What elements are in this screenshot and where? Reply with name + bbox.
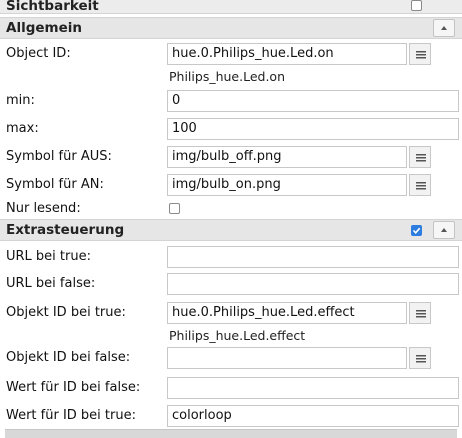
- symbol-aus-picker-button[interactable]: [409, 146, 431, 168]
- readonly-checkbox[interactable]: [169, 203, 180, 214]
- section-title: Extrasteuerung: [6, 222, 125, 238]
- list-picker-icon: [416, 355, 426, 363]
- symbol-an-label: Symbol für AN:: [6, 177, 104, 192]
- list-picker-icon: [416, 154, 426, 162]
- section-title: Allgemein: [6, 20, 82, 36]
- section-header-sichtbarkeit[interactable]: Sichtbarkeit: [0, 0, 462, 14]
- wert-false-label: Wert für ID bei false:: [6, 380, 141, 395]
- object-id-label: Object ID:: [6, 46, 71, 61]
- symbol-an-field[interactable]: img/bulb_on.png: [167, 174, 407, 196]
- object-id-picker-button[interactable]: [409, 43, 431, 65]
- obj-true-picker-button[interactable]: [409, 302, 431, 324]
- obj-true-hint: Philips_hue.Led.effect: [169, 328, 306, 343]
- symbol-an-picker-button[interactable]: [409, 174, 431, 196]
- section-title: Sichtbarkeit: [6, 0, 99, 14]
- url-true-label: URL bei true:: [6, 249, 91, 264]
- min-label: min:: [6, 93, 35, 108]
- symbol-aus-label: Symbol für AUS:: [6, 149, 112, 164]
- object-id-field[interactable]: hue.0.Philips_hue.Led.on: [167, 43, 407, 65]
- checkmark-icon: [412, 227, 421, 234]
- sichtbarkeit-checkbox[interactable]: [411, 0, 422, 11]
- list-picker-icon: [416, 182, 426, 190]
- url-false-field[interactable]: [167, 273, 459, 295]
- symbol-aus-field[interactable]: img/bulb_off.png: [167, 146, 407, 168]
- readonly-label: Nur lesend:: [6, 201, 81, 216]
- max-label: max:: [6, 121, 39, 136]
- wert-true-field[interactable]: colorloop: [167, 405, 459, 427]
- list-picker-icon: [416, 310, 426, 318]
- obj-false-label: Objekt ID bei false:: [6, 350, 131, 365]
- collapse-extrasteuerung-button[interactable]: [433, 221, 455, 239]
- object-id-hint: Philips_hue.Led.on: [169, 69, 285, 84]
- url-true-field[interactable]: [167, 246, 459, 268]
- section-header-extrasteuerung[interactable]: Extrasteuerung: [0, 219, 462, 241]
- list-picker-icon: [416, 51, 426, 59]
- section-header-allgemein[interactable]: Allgemein: [0, 17, 462, 39]
- collapse-allgemein-button[interactable]: [433, 19, 455, 37]
- extrasteuerung-checkbox[interactable]: [411, 225, 422, 236]
- obj-true-label: Objekt ID bei true:: [6, 305, 126, 320]
- obj-false-field[interactable]: [167, 347, 407, 369]
- horizontal-scrollbar[interactable]: [5, 429, 457, 438]
- min-field[interactable]: 0: [167, 90, 459, 112]
- wert-true-label: Wert für ID bei true:: [6, 408, 136, 423]
- chevron-up-icon: [441, 228, 447, 232]
- max-field[interactable]: 100: [167, 118, 459, 140]
- chevron-up-icon: [441, 26, 447, 30]
- obj-true-field[interactable]: hue.0.Philips_hue.Led.effect: [167, 302, 407, 324]
- obj-false-picker-button[interactable]: [409, 347, 431, 369]
- url-false-label: URL bei false:: [6, 276, 96, 291]
- wert-false-field[interactable]: [167, 377, 459, 399]
